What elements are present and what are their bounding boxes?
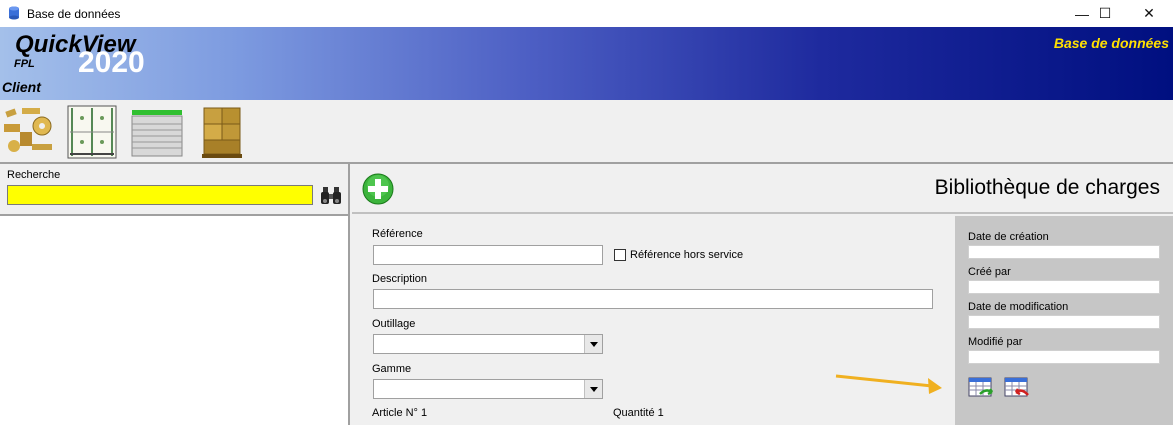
article-label: Article N° 1 [372, 407, 428, 419]
page-title: Bibliothèque de charges [934, 176, 1160, 199]
loads-library-icon[interactable] [2, 104, 56, 160]
binoculars-icon[interactable] [320, 183, 342, 207]
brand-role: Client [2, 79, 41, 95]
search-input[interactable] [7, 185, 313, 205]
created-date-label: Date de création [968, 231, 1049, 243]
maximize-button[interactable]: ☐ [1082, 0, 1128, 27]
chevron-down-icon [584, 335, 602, 353]
audit-panel: Date de création Créé par Date de modifi… [955, 216, 1173, 425]
toolbar [0, 100, 1173, 162]
left-panel: Recherche [0, 164, 350, 425]
description-label: Description [372, 273, 428, 285]
search-label: Recherche [7, 169, 61, 181]
outillage-select[interactable] [373, 334, 603, 354]
annotation-arrow-icon [835, 374, 942, 394]
module-title: Base de données [1053, 35, 1169, 51]
close-icon: ✕ [1143, 5, 1155, 21]
created-date-field [968, 245, 1160, 259]
program-list-icon[interactable] [130, 104, 184, 160]
table-export-icon[interactable] [968, 376, 994, 400]
app-banner: QuickView FPL 2020 Client Base de donnée… [0, 27, 1173, 100]
reference-label: Référence [372, 228, 423, 240]
description-field[interactable] [373, 289, 933, 309]
brand-year: 2020 [78, 46, 145, 79]
maximize-icon: ☐ [1098, 5, 1112, 21]
pallet-icon[interactable] [200, 104, 246, 160]
created-by-label: Créé par [968, 266, 1011, 278]
modified-date-field [968, 315, 1160, 329]
chevron-down-icon [584, 380, 602, 398]
quantity-label: Quantité 1 [613, 407, 664, 419]
main-header: Bibliothèque de charges [352, 164, 1173, 214]
add-circle-icon[interactable] [362, 173, 394, 205]
close-button[interactable]: ✕ [1126, 0, 1172, 27]
search-area: Recherche [0, 164, 348, 216]
window-title: Base de données [27, 7, 121, 21]
reference-field[interactable] [373, 245, 603, 265]
modified-by-label: Modifié par [968, 336, 1023, 348]
gamme-select[interactable] [373, 379, 603, 399]
outillage-label: Outillage [372, 318, 416, 330]
rack-icon[interactable] [66, 104, 118, 160]
gamme-label: Gamme [372, 363, 412, 375]
brand-sub: FPL [14, 58, 35, 70]
modified-by-field [968, 350, 1160, 364]
created-by-field [968, 280, 1160, 294]
out-of-service-checkbox[interactable] [614, 249, 626, 261]
out-of-service-label: Référence hors service [630, 249, 744, 261]
database-icon [9, 6, 19, 20]
modified-date-label: Date de modification [968, 301, 1069, 313]
title-bar: Base de données — ☐ ✕ [0, 0, 1173, 27]
table-undo-icon[interactable] [1004, 376, 1030, 400]
